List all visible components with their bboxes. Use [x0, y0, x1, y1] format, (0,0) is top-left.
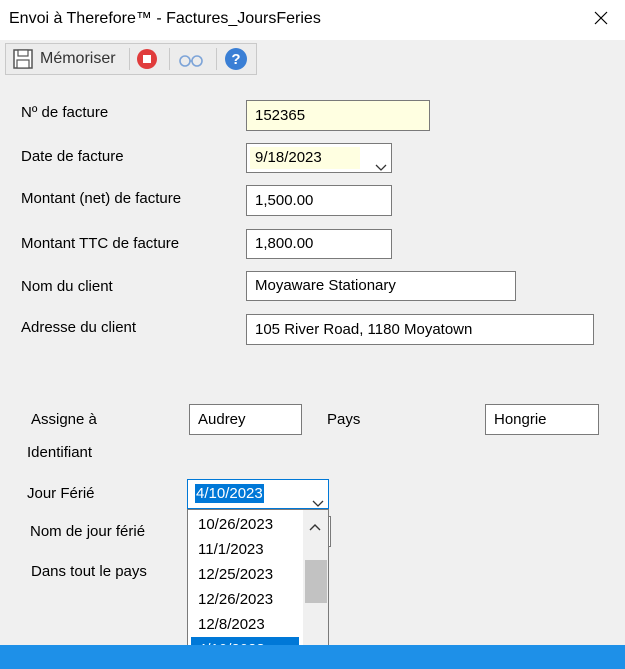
invoice-number-field[interactable]: 152365: [246, 100, 430, 131]
dropdown-option[interactable]: 12/26/2023: [191, 587, 299, 612]
chevron-down-icon[interactable]: [375, 154, 387, 171]
assigned-to-label: Assigne à: [31, 411, 97, 428]
dropdown-scrollbar[interactable]: [303, 510, 328, 662]
client-address-field[interactable]: 105 River Road, 1180 Moyatown: [246, 314, 594, 345]
dropdown-option[interactable]: 11/1/2023: [191, 537, 299, 562]
dropdown-option[interactable]: 10/26/2023: [191, 512, 299, 537]
gross-amount-field[interactable]: 1,800.00: [246, 229, 392, 259]
chevron-up-icon[interactable]: [309, 518, 321, 535]
save-label: Mémoriser: [40, 50, 116, 67]
holiday-selected-value: 4/10/2023: [195, 484, 264, 503]
client-name-field[interactable]: Moyaware Stationary: [246, 271, 516, 301]
toolbar-separator: [169, 48, 170, 70]
holiday-name-label: Nom de jour férié: [30, 523, 146, 540]
nationwide-label: Dans tout le pays: [31, 563, 147, 580]
client-address-label: Adresse du client: [21, 319, 137, 336]
invoice-number-label: Nº de facture: [21, 104, 109, 121]
dropdown-option[interactable]: 12/8/2023: [191, 612, 299, 637]
dropdown-option[interactable]: 12/25/2023: [191, 562, 299, 587]
net-amount-field[interactable]: 1,500.00: [246, 185, 392, 216]
invoice-date-label: Date de facture: [21, 148, 124, 165]
identifier-label: Identifiant: [27, 444, 93, 461]
chevron-down-icon[interactable]: [312, 490, 324, 507]
glasses-icon: [178, 48, 204, 70]
holiday-label: Jour Férié: [27, 485, 95, 502]
help-button[interactable]: ?: [224, 44, 248, 74]
invoice-date-value: 9/18/2023: [255, 149, 322, 166]
assigned-to-field[interactable]: Audrey: [189, 404, 302, 435]
preview-button[interactable]: [178, 44, 204, 74]
gross-amount-label: Montant TTC de facture: [21, 235, 180, 252]
client-name-label: Nom du client: [21, 278, 113, 295]
help-icon: ?: [224, 47, 248, 71]
toolbar-separator: [129, 48, 130, 70]
country-field[interactable]: Hongrie: [485, 404, 599, 435]
net-amount-label: Montant (net) de facture: [21, 190, 182, 207]
toolbar-group: Mémoriser ?: [5, 43, 257, 75]
close-icon[interactable]: [591, 8, 611, 28]
bottom-bar: [0, 645, 625, 669]
country-label: Pays: [327, 411, 361, 428]
svg-text:?: ?: [231, 51, 240, 68]
toolbar-separator: [216, 48, 217, 70]
title-bar: Envoi à Therefore™ - Factures_JoursFerie…: [0, 0, 625, 40]
save-disk-icon: [12, 48, 34, 70]
stop-button[interactable]: [136, 44, 158, 74]
holiday-select[interactable]: 4/10/2023: [187, 479, 329, 509]
toolbar: Mémoriser ?: [0, 40, 625, 78]
invoice-date-picker[interactable]: 9/18/2023: [246, 143, 392, 173]
scrollbar-thumb[interactable]: [305, 560, 327, 603]
stop-icon: [136, 48, 158, 70]
holiday-dropdown-list[interactable]: 10/26/2023 11/1/2023 12/25/2023 12/26/20…: [187, 509, 329, 663]
window-title: Envoi à Therefore™ - Factures_JoursFerie…: [9, 10, 321, 27]
save-button[interactable]: Mémoriser: [12, 44, 116, 74]
